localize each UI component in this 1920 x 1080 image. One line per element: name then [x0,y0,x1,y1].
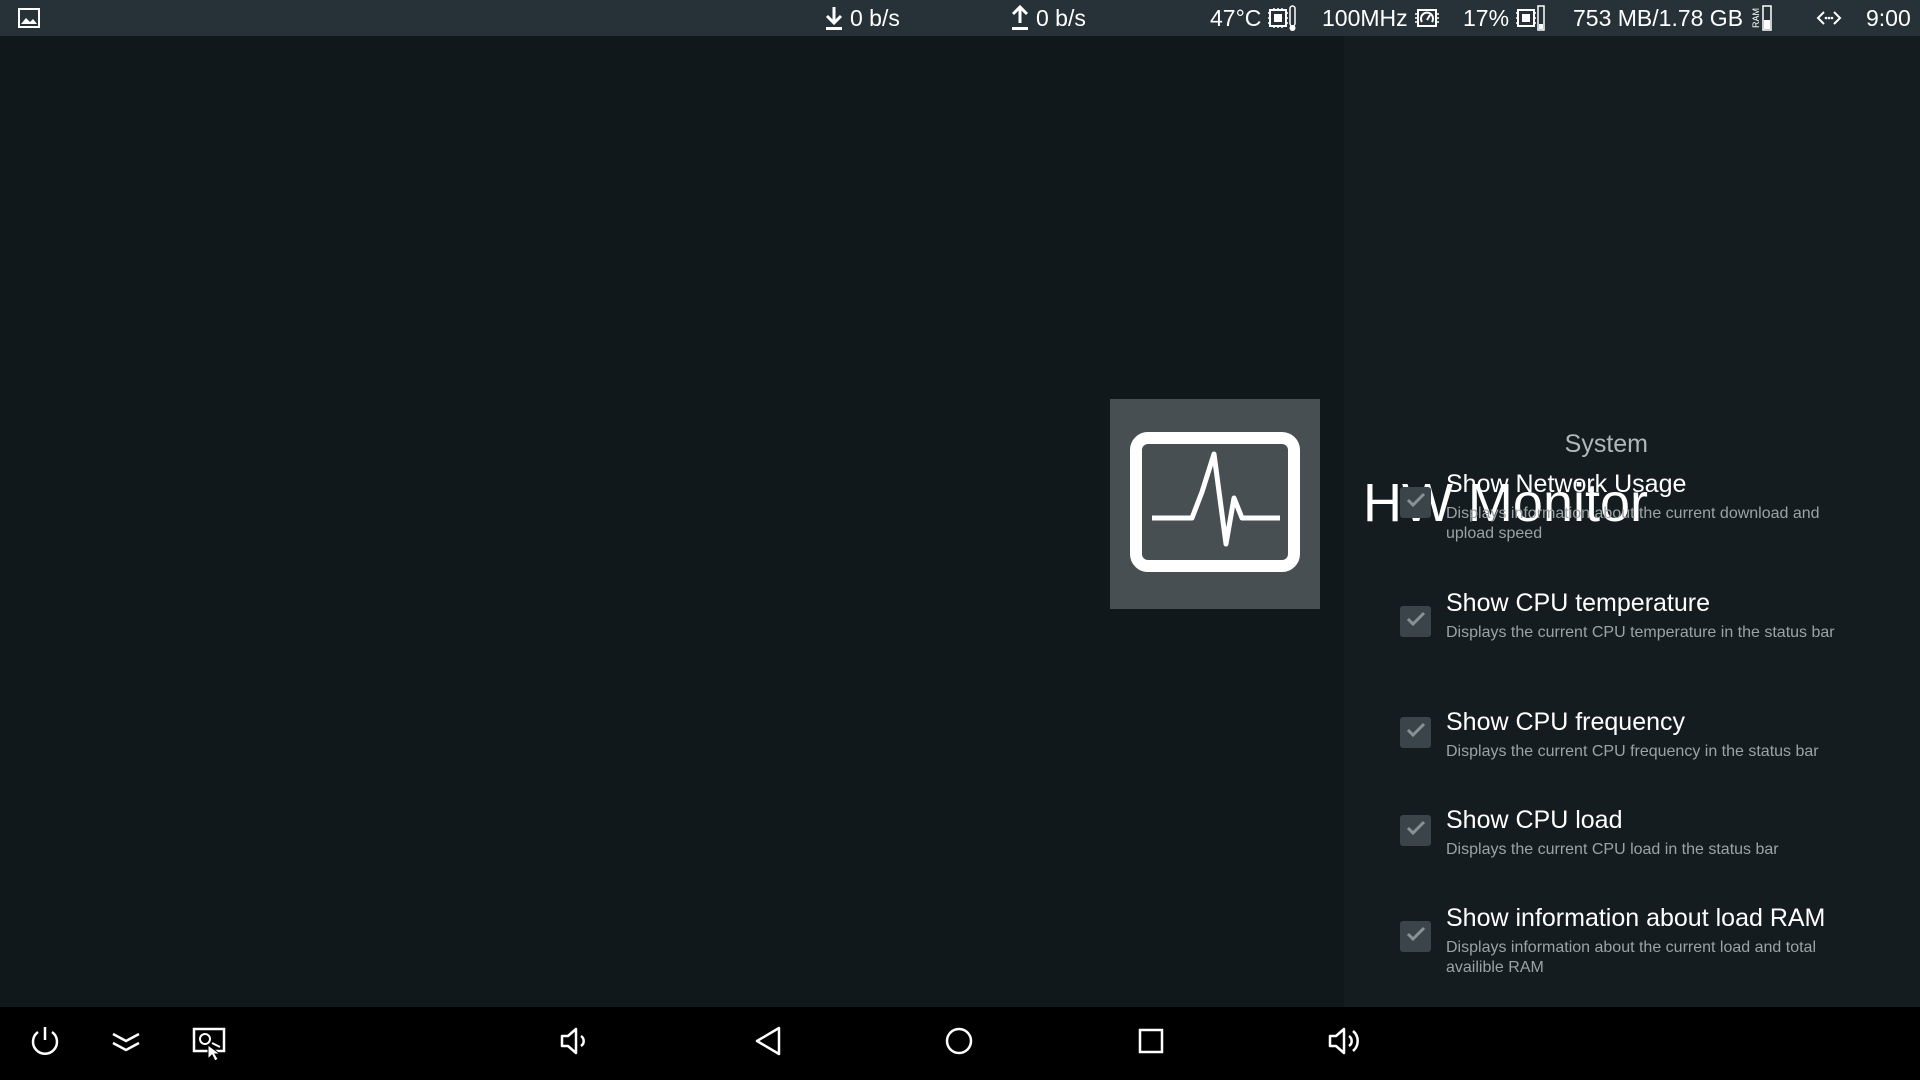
power-icon [28,1024,62,1063]
cpu-temperature: 47°C [1210,0,1297,36]
pref-show-ram-info[interactable]: Show information about load RAM Displays… [1400,904,1870,984]
cpu-load-chip-icon [1515,4,1545,32]
check-icon [1406,722,1426,743]
check-icon [1406,820,1426,841]
home-icon [943,1025,975,1062]
pref-checkbox[interactable] [1400,487,1431,518]
app-icon-tile [1110,399,1320,609]
volume-down-icon [557,1024,591,1063]
ram-icon: RAM [1751,4,1773,32]
upload-arrow-icon [1010,5,1030,31]
upload-speed: 0 b/s [1036,4,1086,31]
image-icon[interactable] [18,0,40,36]
pref-show-cpu-frequency[interactable]: Show CPU frequency Displays the current … [1400,708,1870,768]
breadcrumb: System [1564,430,1648,458]
pref-checkbox[interactable] [1400,815,1431,846]
power-button[interactable] [15,1007,75,1080]
recents-button[interactable] [1121,1007,1181,1080]
collapse-icon [110,1029,142,1058]
screenshot-icon [190,1021,230,1066]
thermometer-chip-icon [1267,4,1297,32]
download-arrow-icon [824,5,844,31]
ram-icon-label: RAM [1751,8,1762,28]
status-bar: 0 b/s 0 b/s 47°C 100MHz 17% 753 MB/1.78 … [0,0,1920,36]
cpu-frequency-value: 100MHz [1322,4,1408,31]
pref-summary: Displays the current CPU load in the sta… [1446,841,1779,858]
pref-summary: Displays information about the current l… [1446,939,1816,976]
volume-up-button[interactable] [1314,1007,1374,1080]
collapse-button[interactable] [96,1007,156,1080]
recents-icon [1137,1027,1165,1060]
pref-title: Show CPU temperature [1446,589,1711,617]
data-transfer-icon [1816,0,1842,36]
cpu-frequency: 100MHz [1322,0,1444,36]
cpu-temperature-value: 47°C [1210,4,1262,31]
navigation-bar [0,1007,1920,1080]
pref-checkbox[interactable] [1400,921,1431,952]
pref-show-network-usage[interactable]: Show Network Usage Displays information … [1400,470,1870,550]
check-icon [1406,926,1426,947]
gauge-chip-icon [1414,4,1444,32]
pref-summary: Displays information about the current d… [1446,505,1820,542]
pref-title: Show CPU load [1446,806,1623,834]
screenshot-button[interactable] [180,1007,240,1080]
pref-summary: Displays the current CPU frequency in th… [1446,743,1819,760]
ram-usage-value: 753 MB/1.78 GB [1573,4,1744,31]
home-button[interactable] [929,1007,989,1080]
cpu-load: 17% [1463,0,1545,36]
pref-title: Show information about load RAM [1446,904,1826,932]
back-icon [753,1025,783,1062]
back-button[interactable] [738,1007,798,1080]
network-upload: 0 b/s [1010,0,1086,36]
pref-title: Show CPU frequency [1446,708,1686,736]
network-download: 0 b/s [824,0,900,36]
download-speed: 0 b/s [850,4,900,31]
pref-title: Show Network Usage [1446,470,1687,498]
pref-show-cpu-temperature[interactable]: Show CPU temperature Displays the curren… [1400,589,1870,669]
pref-summary: Displays the current CPU temperature in … [1446,624,1835,641]
ram-usage: 753 MB/1.78 GB RAM [1573,0,1773,36]
check-icon [1406,611,1426,632]
check-icon [1406,492,1426,513]
volume-up-icon [1326,1024,1362,1063]
pref-show-cpu-load[interactable]: Show CPU load Displays the current CPU l… [1400,806,1870,866]
pref-checkbox[interactable] [1400,717,1431,748]
heartbeat-monitor-icon [1130,431,1300,577]
clock: 9:00 [1866,4,1911,31]
pref-checkbox[interactable] [1400,606,1431,637]
volume-down-button[interactable] [544,1007,604,1080]
cpu-load-value: 17% [1463,4,1510,31]
